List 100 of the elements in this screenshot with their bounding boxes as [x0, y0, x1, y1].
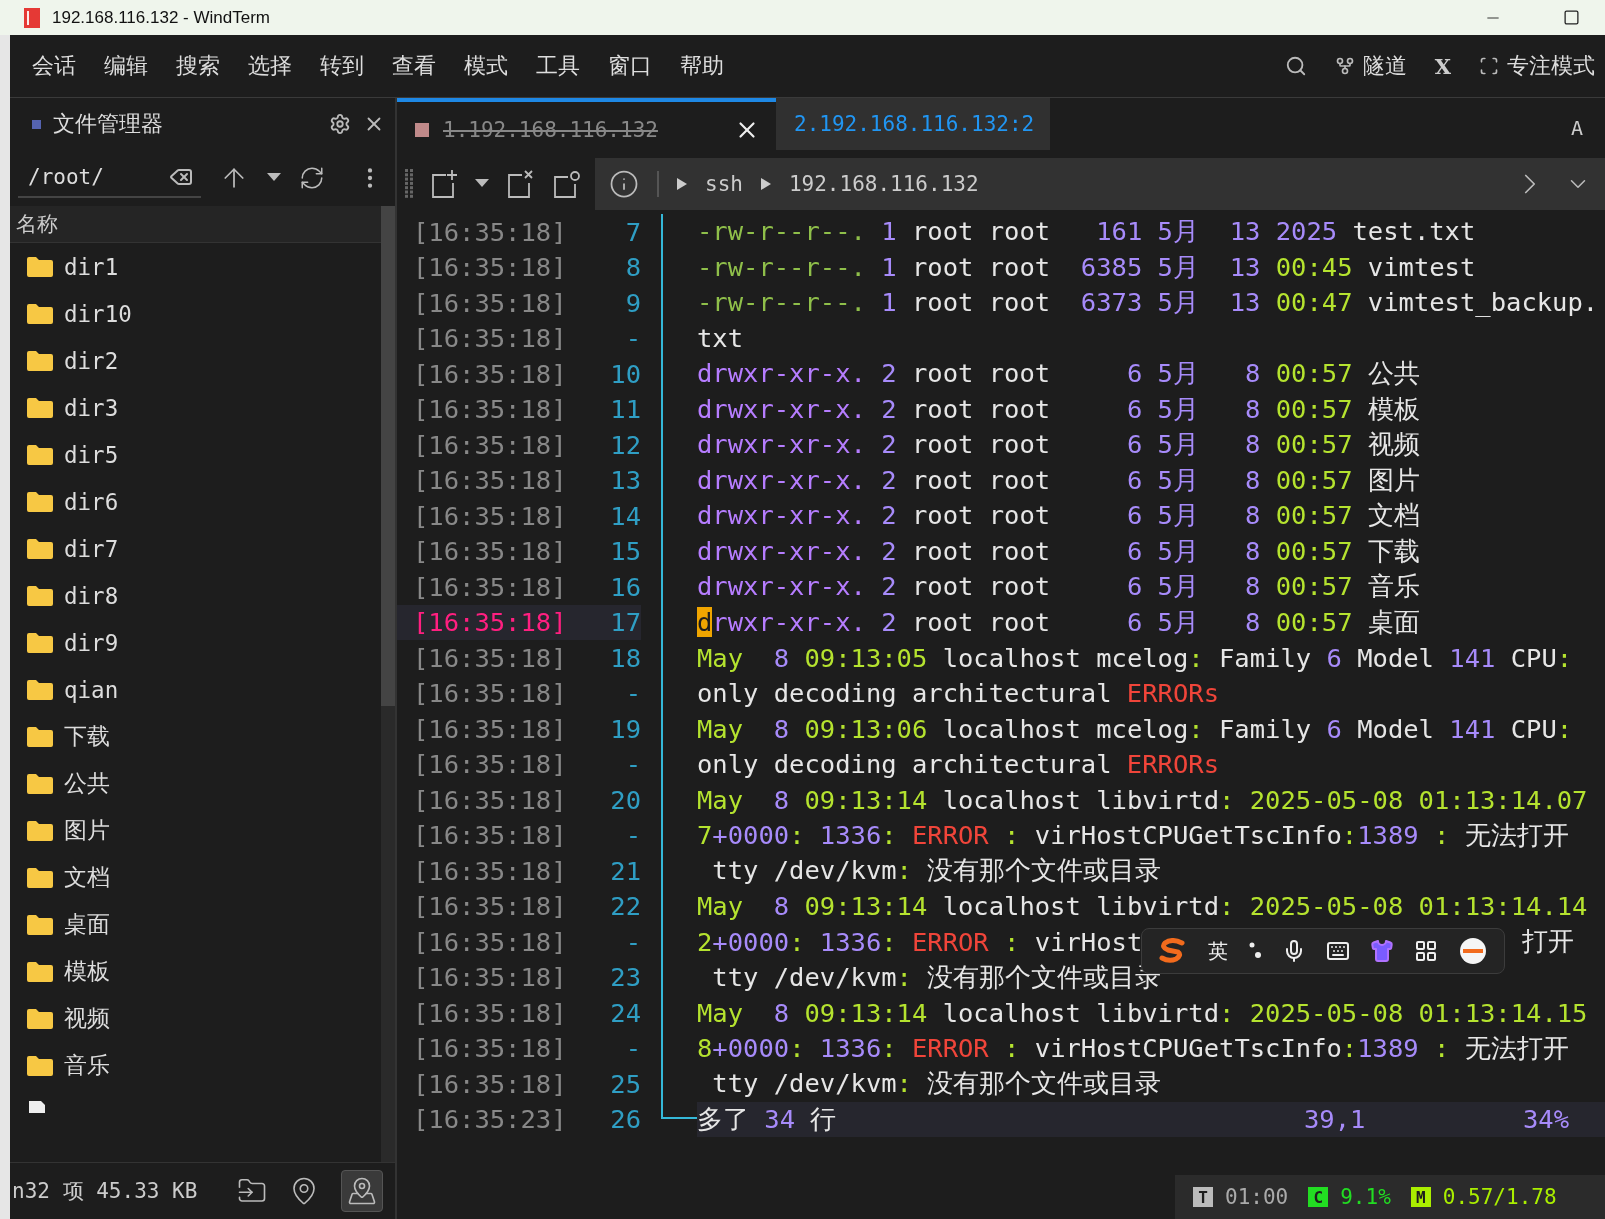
tab-bar-button[interactable]: A — [1570, 116, 1583, 140]
menu-item[interactable]: 工具 — [536, 51, 580, 81]
timestamp: [16:35:18] — [412, 748, 568, 782]
menu-item[interactable]: 编辑 — [104, 51, 148, 81]
file-list-item[interactable]: 桌面 — [10, 901, 381, 948]
folder-icon — [26, 302, 54, 325]
tab-status-icon — [415, 123, 429, 137]
avatar-icon[interactable] — [1458, 936, 1488, 966]
file-list-item[interactable]: dir6 — [10, 478, 381, 525]
terminal-line: -rw-r--r--. 1 root root 6373 5月 13 00:47 vimtest_backup. — [697, 286, 1599, 320]
menu-item[interactable]: 窗口 — [608, 51, 652, 81]
menu-item[interactable]: 搜索 — [176, 51, 220, 81]
search-icon[interactable] — [1284, 55, 1307, 77]
menu-item[interactable]: 会话 — [32, 51, 76, 81]
file-list-item[interactable]: 视频 — [10, 995, 381, 1042]
line-number: 7 — [624, 215, 641, 249]
caret-icon[interactable] — [267, 173, 281, 183]
window-title: 192.168.116.132 - WindTerm — [52, 7, 271, 28]
file-list-item[interactable]: dir1 — [10, 243, 381, 290]
file-list-item[interactable]: 音乐 — [10, 1042, 381, 1089]
timestamp: [16:35:23] — [412, 1103, 568, 1137]
folder-icon — [26, 396, 54, 419]
file-list-item[interactable]: dir8 — [10, 572, 381, 619]
focus-mode-button[interactable]: 专注模式 — [1507, 51, 1595, 81]
terminal-line: 7+0000: 1336: ERROR : virHostCPUGetTscInfo:1389 : 无法打开 — [697, 818, 1569, 852]
column-header[interactable]: 名称 — [10, 206, 381, 243]
terminal-line: 2+0000: 1336: ERROR : virHost — [697, 926, 1143, 957]
line-number: - — [624, 748, 641, 782]
line-number: - — [624, 925, 641, 959]
fork-icon[interactable] — [1334, 56, 1355, 76]
tunnel-button[interactable]: 隧道 — [1362, 51, 1407, 81]
maximize-icon[interactable] — [1562, 9, 1580, 26]
folder-icon — [26, 255, 54, 278]
session-tab[interactable]: 2.192.168.116.132:2 — [776, 98, 1051, 150]
breadcrumb-item[interactable]: 192.168.116.132 — [788, 172, 979, 196]
caret-icon[interactable] — [475, 179, 489, 189]
status-message: 多了 34 行 — [697, 1102, 838, 1136]
menu-item[interactable]: 模式 — [464, 51, 508, 81]
path-input[interactable]: /root/ — [28, 165, 158, 189]
line-number: 17 — [573, 604, 641, 640]
terminal-line: only decoding architectural ERRORs — [697, 749, 1219, 780]
file-list-item[interactable]: 模板 — [10, 948, 381, 995]
file-list-item[interactable]: 下载 — [10, 713, 381, 760]
scrollbar-thumb[interactable] — [381, 206, 395, 706]
file-list-item[interactable]: dir5 — [10, 431, 381, 478]
menu-item[interactable]: 选择 — [248, 51, 292, 81]
folder-icon — [26, 913, 54, 936]
timestamp: [16:35:18] — [412, 428, 568, 462]
timestamp: [16:35:18] — [412, 1067, 568, 1101]
file-list-item[interactable]: dir2 — [10, 337, 381, 384]
file-list-item[interactable]: 公共 — [10, 760, 381, 807]
menu-item[interactable]: 查看 — [392, 51, 436, 81]
file-list-item[interactable]: dir7 — [10, 525, 381, 572]
line-number: - — [624, 322, 641, 356]
language-toggle[interactable]: 英 — [1208, 937, 1228, 965]
timestamp: [16:35:18] — [412, 890, 568, 924]
punctuation-icon[interactable] — [1248, 941, 1262, 961]
line-number: - — [624, 677, 641, 711]
focus-icon[interactable] — [1479, 56, 1499, 76]
file-list-item[interactable]: 文档 — [10, 854, 381, 901]
grid-icon[interactable] — [1414, 939, 1438, 963]
terminal-line-fragment: 打开 — [1522, 925, 1575, 959]
folder-icon — [26, 772, 54, 795]
close-tab-icon[interactable] — [505, 169, 535, 199]
file-list-item[interactable]: 图片 — [10, 807, 381, 854]
file-list-item[interactable]: dir9 — [10, 619, 381, 666]
duplicate-tab-icon[interactable] — [551, 169, 581, 199]
skin-icon[interactable] — [1370, 939, 1394, 963]
terminal-line: 8+0000: 1336: ERROR : virHostCPUGetTscInfo:1389 : 无法打开 — [697, 1031, 1569, 1065]
file-list-item[interactable]: dir3 — [10, 384, 381, 431]
line-number: - — [624, 1032, 641, 1066]
terminal-line: drwxr-xr-x. 2 root root 6 5月 8 00:57 音乐 — [697, 570, 1420, 604]
scroll-percent: 34% — [1523, 1104, 1570, 1135]
menu-item[interactable]: 帮助 — [680, 51, 724, 81]
line-number: 23 — [609, 961, 641, 995]
timestamp: [16:35:18] — [412, 535, 568, 569]
timestamp: [16:35:18] — [412, 712, 568, 746]
menu-item[interactable]: 转到 — [320, 51, 364, 81]
terminal-line: drwxr-xr-x. 2 root root 6 5月 8 00:57 公共 — [697, 357, 1420, 391]
status-badge: M — [1410, 1187, 1431, 1207]
refresh-icon[interactable] — [299, 165, 325, 191]
folder-icon — [26, 584, 54, 607]
arrow-icon — [760, 178, 771, 190]
terminal-line: drwxr-xr-x. 2 root root 6 5月 8 00:57 文档 — [697, 499, 1420, 533]
folder-icon — [26, 349, 54, 372]
info-icon[interactable] — [609, 169, 639, 199]
file-list-item[interactable]: qian — [10, 666, 381, 713]
new-tab-icon[interactable] — [429, 169, 459, 199]
settings-icon[interactable] — [329, 113, 351, 135]
grip-icon[interactable] — [405, 169, 413, 199]
x-button[interactable]: X — [1434, 53, 1451, 79]
timestamp: [16:35:18] — [412, 499, 568, 533]
line-number: 25 — [609, 1067, 641, 1101]
terminal-line: d rwxr-xr-x. 2 root root 6 5月 8 00:57 桌面 — [697, 605, 1420, 639]
breadcrumb-item[interactable]: ssh — [705, 172, 743, 196]
terminal-line: tty /dev/kvm: 没有那个文件或目录 — [711, 854, 1162, 888]
map-pin-icon[interactable] — [341, 1170, 383, 1212]
keyboard-icon[interactable] — [1326, 939, 1350, 963]
logo-icon[interactable] — [1158, 938, 1188, 964]
file-list-item[interactable]: dir10 — [10, 290, 381, 337]
